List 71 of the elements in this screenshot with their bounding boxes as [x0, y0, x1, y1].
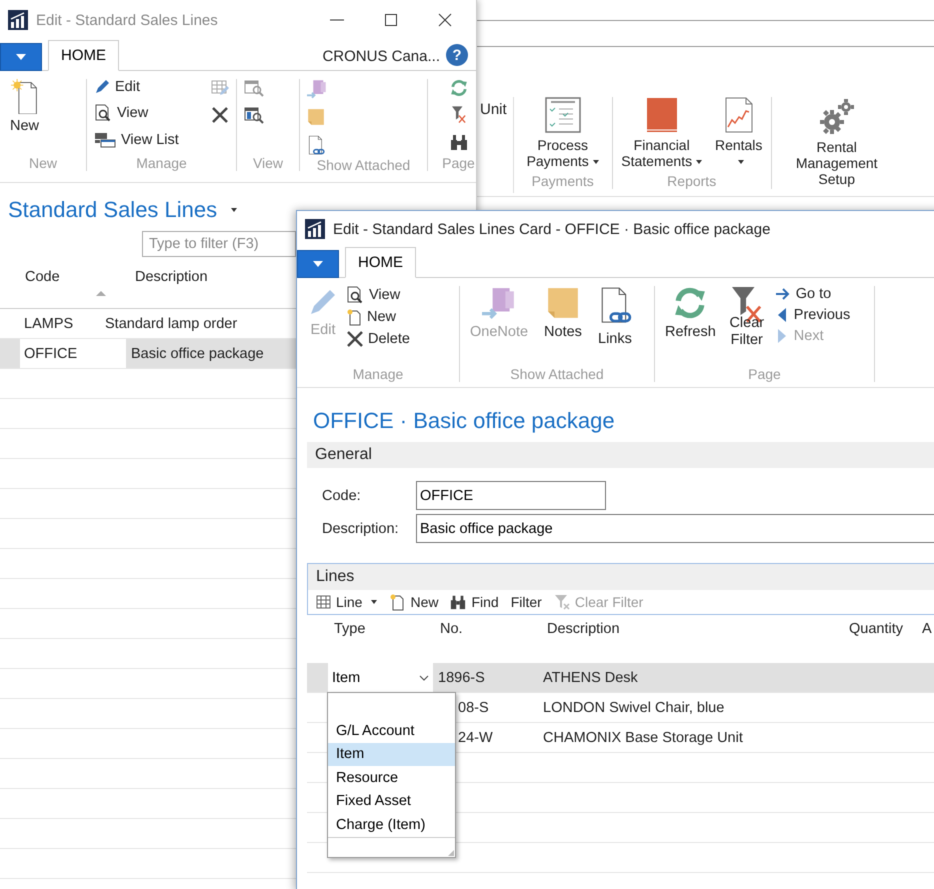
group-label: Manage [352, 366, 404, 382]
view-button[interactable]: View [94, 104, 179, 122]
table-cell-text: 24-W [457, 730, 494, 746]
new-button[interactable]: New [346, 308, 410, 326]
ribbon-button[interactable]: Notes [541, 286, 585, 366]
column-header[interactable]: Quantity [849, 621, 922, 663]
ribbon-tab[interactable]: HOME [48, 40, 119, 71]
section-header[interactable]: Lines [308, 564, 934, 590]
toolbar-button[interactable]: Line [316, 594, 378, 610]
dropdown-option[interactable]: Item [328, 742, 455, 766]
table-cell-text: LAMPS [23, 314, 74, 334]
company-name[interactable]: CRONUS Cana... [322, 48, 440, 70]
list-row[interactable]: OFFICE Basic office package [0, 339, 296, 369]
table-cell: CHAMONIX Base Storage Unit [543, 730, 743, 746]
column-header[interactable]: Code [25, 269, 60, 296]
group-label: Show Attached [316, 156, 412, 173]
type-dropdown[interactable]: Item [328, 663, 433, 692]
window-title: Edit - Standard Sales Lines Card - OFFICE · Basic office package [333, 220, 772, 238]
ribbon-tab[interactable]: HOME [345, 247, 416, 278]
toolbar-button[interactable]: Find [450, 594, 499, 610]
input-field[interactable]: OFFICE [416, 481, 606, 510]
new-button[interactable]: New [7, 79, 42, 155]
window-title: Edit - Standard Sales Lines [36, 12, 219, 28]
page-title: Standard Sales Lines [8, 197, 218, 223]
ribbon-button[interactable]: Links [594, 286, 635, 366]
group-label: Show Attached [509, 366, 605, 382]
column-header[interactable]: Description [547, 621, 849, 663]
clear-filter-button[interactable]: Clear Filter [724, 286, 769, 366]
dropdown-option[interactable]: G/L Account [328, 719, 455, 742]
group-label: View [252, 155, 284, 171]
table-cell: OFFICE [20, 339, 126, 368]
group-label: Manage [135, 155, 188, 171]
field-label: Description: [322, 520, 400, 536]
ribbon-button[interactable]: Previous [774, 307, 850, 323]
column-header[interactable]: A [922, 621, 932, 663]
table-cell-text: 1896-S [437, 670, 486, 686]
toolbar-button[interactable]: Filter [510, 594, 542, 610]
help-button[interactable]: ? [446, 44, 468, 66]
table-cell-text: Standard lamp order [104, 314, 238, 334]
group-label: Reports [666, 173, 718, 189]
delete-button[interactable]: Delete [346, 330, 410, 347]
ribbon-button[interactable]: Financial Statements [616, 97, 707, 173]
table-cell-text: Basic office package [130, 344, 264, 364]
field-label: Code: [322, 488, 362, 504]
dropdown-option[interactable]: Resource [328, 766, 455, 790]
ribbon-button[interactable]: Process Payments [518, 97, 608, 173]
ribbon-button[interactable]: Go to [774, 286, 850, 302]
toolbar-button[interactable]: New [389, 593, 438, 611]
refresh-button[interactable]: Refresh [662, 286, 719, 366]
group-label: Page [441, 155, 476, 171]
line-row[interactable]: Item 1896-S ATHENS Desk [307, 663, 934, 693]
section-header[interactable]: General [307, 442, 934, 468]
filter-field[interactable]: Type to filter (F3) [142, 231, 296, 257]
dropdown-option[interactable]: Charge (Item) [328, 813, 455, 836]
view-button[interactable]: View [346, 286, 410, 304]
group-label: New [28, 155, 58, 171]
column-header[interactable]: Description [135, 269, 208, 285]
page-title: OFFICE · Basic office package [313, 408, 615, 434]
edit-button[interactable]: Edit [94, 79, 179, 95]
group-label: Page [747, 366, 782, 382]
dropdown-option[interactable]: Fixed Asset [328, 790, 455, 813]
table-cell-text: 08-S [457, 700, 490, 716]
input-field[interactable]: Basic office package [416, 514, 934, 543]
group-label: Payments [530, 173, 595, 189]
ribbon-button[interactable]: Rentals [710, 97, 767, 173]
ribbon-button[interactable]: Rental Management Setup [776, 97, 898, 189]
view-list-button[interactable]: View List [94, 131, 179, 149]
column-header[interactable]: No. [440, 621, 547, 663]
table-cell: ATHENS Desk [543, 670, 638, 686]
table-cell: LONDON Swivel Chair, blue [543, 700, 724, 716]
column-header[interactable]: Type [334, 621, 440, 663]
